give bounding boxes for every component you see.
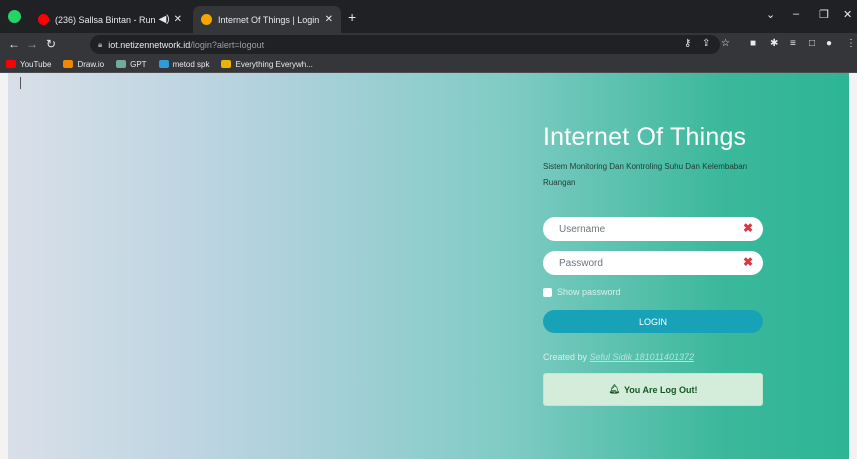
- restore-icon[interactable]: ❐: [819, 8, 829, 21]
- profile-avatar-icon[interactable]: ●: [826, 38, 832, 49]
- page-border-right: [849, 73, 857, 459]
- page-border-left: [0, 73, 8, 459]
- forward-icon[interactable]: →: [26, 37, 38, 51]
- gpt-icon: [116, 60, 127, 68]
- new-tab-icon[interactable]: +: [348, 9, 356, 25]
- close-tab-icon[interactable]: ✕: [325, 14, 333, 25]
- browser-window: (236) Sallsa Bintan - Rungka ◀) ✕ Intern…: [0, 0, 857, 459]
- bookmark-gpt[interactable]: GPT: [116, 60, 147, 69]
- bookmark-metod-spk[interactable]: metod spk: [158, 60, 209, 69]
- share-icon[interactable]: ⇪: [702, 38, 710, 49]
- key-icon[interactable]: ⚷: [684, 38, 691, 49]
- menu-icon[interactable]: ⋮: [846, 38, 856, 49]
- bookmark-youtube[interactable]: YouTube: [6, 60, 51, 69]
- address-host: iot.netizennetwork.id: [108, 39, 191, 50]
- tab-youtube[interactable]: (236) Sallsa Bintan - Rungka ◀) ✕: [30, 6, 190, 33]
- minimize-icon[interactable]: –: [793, 8, 799, 20]
- close-tab-icon[interactable]: ✕: [174, 14, 182, 25]
- credit-prefix: Created by: [543, 352, 588, 362]
- address-bar[interactable]: 🔒︎ iot.netizennetwork.id /login?alert=lo…: [90, 35, 720, 54]
- tab-strip: (236) Sallsa Bintan - Rungka ◀) ✕ Intern…: [0, 0, 857, 33]
- side-panel-icon[interactable]: □: [809, 38, 815, 49]
- star-icon[interactable]: ☆: [721, 38, 730, 49]
- back-icon[interactable]: ←: [8, 37, 20, 51]
- login-page: Internet Of Things Sistem Monitoring Dan…: [8, 73, 849, 459]
- tab-search-icon[interactable]: ⌄: [766, 8, 775, 21]
- bookmark-everything[interactable]: Everything Everywh...: [221, 60, 313, 69]
- close-window-icon[interactable]: ✕: [843, 8, 852, 21]
- logout-alert: 🔔︎ You Are Log Out!: [543, 373, 763, 406]
- show-password-checkbox[interactable]: [543, 287, 552, 297]
- password-input[interactable]: Password ✖: [543, 251, 763, 275]
- text-cursor: [20, 77, 21, 89]
- everything-icon: [221, 60, 232, 68]
- reading-list-icon[interactable]: ≡: [790, 38, 796, 49]
- password-placeholder: Password: [559, 257, 603, 269]
- youtube-icon: [6, 60, 16, 68]
- youtube-favicon-icon: [38, 14, 49, 25]
- show-password-label: Show password: [557, 287, 621, 297]
- page-subtitle: Sistem Monitoring Dan Kontroling Suhu Da…: [543, 162, 748, 187]
- lock-icon[interactable]: 🔒︎: [98, 40, 102, 50]
- extension-icon[interactable]: ■: [750, 38, 756, 49]
- audio-icon[interactable]: ◀): [159, 14, 170, 25]
- credit-author-link[interactable]: Seful Sidik 181011401372: [590, 352, 694, 362]
- iot-favicon-icon: [201, 14, 212, 25]
- alert-text: You Are Log Out!: [623, 384, 698, 395]
- page-title: Internet Of Things: [543, 123, 747, 151]
- bookmark-drawio[interactable]: Draw.io: [63, 60, 104, 69]
- reload-icon[interactable]: ↻: [46, 37, 56, 51]
- invalid-x-icon: ✖: [742, 221, 753, 235]
- tab-title: (236) Sallsa Bintan - Rungka: [55, 14, 155, 25]
- address-path: /login?alert=logout: [190, 39, 265, 50]
- credit-line: Created by Seful Sidik 181011401372: [543, 352, 694, 362]
- toolbar: ← → ↻ 🔒︎ iot.netizennetwork.id /login?al…: [0, 33, 857, 56]
- tab-title: Internet Of Things | Login: [218, 14, 320, 25]
- metod-spk-icon: [158, 60, 169, 68]
- whatsapp-icon[interactable]: [8, 10, 21, 23]
- puzzle-icon[interactable]: ✱: [770, 38, 778, 49]
- show-password-toggle[interactable]: Show password: [543, 287, 621, 297]
- drawio-icon: [63, 60, 74, 68]
- invalid-x-icon: ✖: [742, 255, 753, 269]
- username-placeholder: Username: [559, 223, 606, 235]
- bell-icon: 🔔︎: [608, 384, 620, 394]
- username-input[interactable]: Username ✖: [543, 217, 763, 241]
- login-button[interactable]: LOGIN: [543, 310, 763, 333]
- tab-iot-login[interactable]: Internet Of Things | Login ✕: [193, 6, 341, 33]
- bookmarks-bar: YouTube Draw.io GPT metod spk Everything…: [0, 56, 857, 73]
